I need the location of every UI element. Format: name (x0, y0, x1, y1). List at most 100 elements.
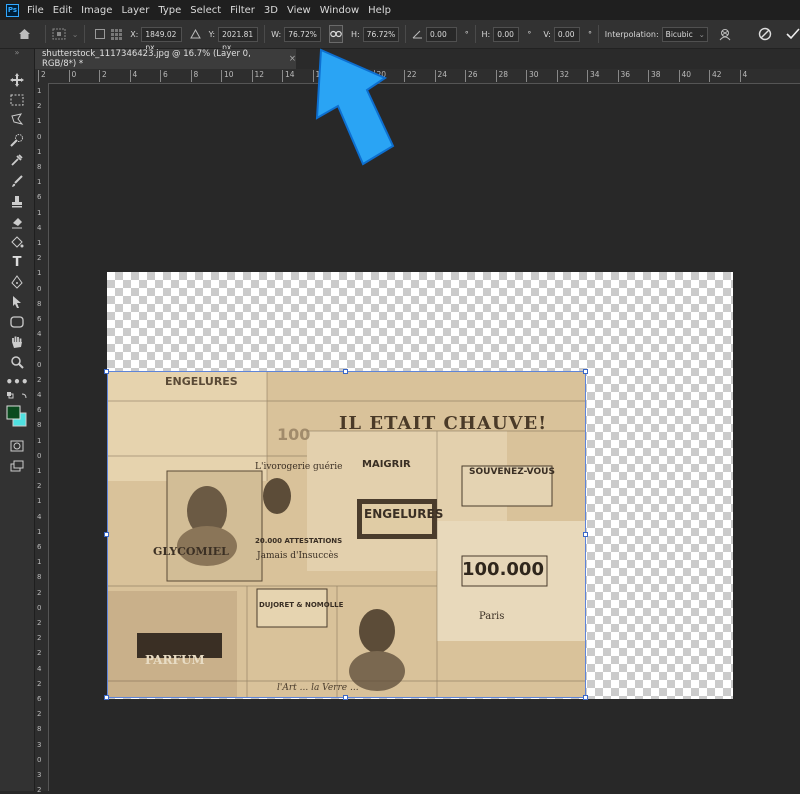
photoshop-logo-icon[interactable]: Ps (6, 3, 19, 17)
ruler-tick-label: 14 (282, 70, 295, 82)
close-tab-icon[interactable]: × (289, 54, 296, 64)
ruler-tick-label: 0 (37, 451, 42, 460)
quick-selection-tool-icon[interactable] (7, 131, 27, 149)
eyedropper-tool-icon[interactable] (7, 151, 27, 169)
transform-handle-top-right[interactable] (583, 369, 588, 374)
ruler-tick-label: 0 (37, 132, 42, 141)
ruler-tick-label: 36 (617, 70, 630, 82)
vertical-ruler[interactable]: 1210181614121086420246810121416182022242… (34, 83, 49, 794)
menu-filter[interactable]: Filter (230, 5, 255, 16)
ruler-tick-label: 4 (37, 512, 42, 521)
more-tools-icon[interactable]: ••• (6, 373, 29, 391)
cancel-transform-icon[interactable] (758, 27, 772, 41)
width-field[interactable]: 76.72% (284, 26, 321, 42)
delta-icon[interactable] (189, 29, 201, 39)
horizontal-ruler[interactable]: 2024681012141618202224262830323436384042… (34, 69, 800, 84)
ruler-tick-label: 2 (99, 70, 107, 82)
ruler-tick-label: 1 (37, 147, 42, 156)
paint-bucket-tool-icon[interactable] (7, 233, 27, 251)
chevron-down-icon: ⌄ (698, 29, 705, 39)
ruler-tick-label: 22 (404, 70, 417, 82)
hskew-field[interactable]: 0.00 (493, 26, 520, 42)
reference-point-icon[interactable] (52, 28, 66, 40)
ruler-tick-label: 2 (37, 254, 42, 263)
menu-help[interactable]: Help (368, 5, 391, 16)
x-label: X: (130, 29, 139, 39)
attestations-text: 20.000 ATTESTATIONS (255, 537, 343, 545)
transform-handle-top-left[interactable] (104, 369, 109, 374)
menu-image[interactable]: Image (81, 5, 112, 16)
transform-handle-left[interactable] (104, 532, 109, 537)
ruler-tick-label: 2 (37, 482, 42, 491)
ruler-tick-label: 2 (37, 710, 42, 719)
ruler-tick-label: 2 (37, 786, 42, 794)
transform-handle-bottom-left[interactable] (104, 695, 109, 700)
ruler-tick-label: 1 (37, 558, 42, 567)
x-position-field[interactable]: 1849.02 px (141, 26, 182, 52)
ruler-tick-label: 6 (37, 193, 42, 202)
transform-handle-bottom[interactable] (343, 695, 348, 700)
menu-window[interactable]: Window (320, 5, 359, 16)
ruler-tick-label: 0 (37, 360, 42, 369)
ruler-tick-label: 4 (37, 330, 42, 339)
menu-layer[interactable]: Layer (121, 5, 149, 16)
ruler-tick-label: 2 (37, 679, 42, 688)
menu-file[interactable]: File (27, 5, 44, 16)
menu-edit[interactable]: Edit (53, 5, 72, 16)
hskew-label: H: (481, 29, 491, 39)
brush-tool-icon[interactable] (7, 173, 27, 191)
ruler-tick-label: 12 (251, 70, 264, 82)
ruler-tick-label: 32 (556, 70, 569, 82)
type-tool-icon[interactable]: T (7, 253, 27, 271)
eraser-tool-icon[interactable] (7, 213, 27, 231)
default-colors-icon[interactable] (7, 391, 27, 401)
quick-mask-icon[interactable] (7, 437, 27, 455)
transform-handle-right[interactable] (583, 532, 588, 537)
interpolation-select[interactable]: Bicubic ⌄ (661, 26, 708, 42)
chevron-down-icon[interactable]: ⌄ (72, 30, 79, 39)
lasso-tool-icon[interactable] (7, 111, 27, 129)
ruler-tick-label: 4 (37, 223, 42, 232)
commit-transform-icon[interactable] (786, 28, 800, 40)
degree-unit: ° (527, 29, 532, 39)
home-icon[interactable] (18, 28, 31, 40)
collapse-icon[interactable]: » (7, 47, 27, 57)
marquee-tool-icon[interactable] (7, 91, 27, 109)
warp-icon[interactable] (718, 28, 732, 41)
tab-document[interactable]: shutterstock_1117346423.jpg @ 16.7% (Lay… (34, 49, 296, 69)
rotate-angle-icon (412, 29, 423, 39)
link-icon[interactable] (328, 25, 343, 43)
y-position-field[interactable]: 2021.81 px (218, 26, 259, 52)
divider (598, 25, 599, 43)
ruler-tick-label: 2 (37, 375, 42, 384)
ruler-tick-label: 0 (37, 603, 42, 612)
ruler-tick-label: 30 (526, 70, 539, 82)
reference-checkbox[interactable] (95, 29, 106, 39)
menu-view[interactable]: View (287, 5, 311, 16)
menu-3d[interactable]: 3D (264, 5, 278, 16)
menu-type[interactable]: Type (158, 5, 181, 16)
path-selection-tool-icon[interactable] (7, 293, 27, 311)
color-swatches[interactable] (5, 403, 29, 429)
ruler-tick-label: 2 (37, 345, 42, 354)
ruler-tick-label: 3 (37, 771, 42, 779)
zoom-tool-icon[interactable] (7, 353, 27, 371)
ruler-tick-label: 4 (739, 70, 747, 82)
vskew-field[interactable]: 0.00 (553, 26, 581, 42)
move-tool-icon[interactable] (7, 71, 27, 89)
rotate-field[interactable]: 0.00 (426, 26, 457, 42)
rectangle-tool-icon[interactable] (7, 313, 27, 331)
ruler-tick-label: 2 (37, 588, 42, 597)
pen-tool-icon[interactable] (7, 273, 27, 291)
ruler-tick-label: 8 (37, 299, 42, 308)
screen-mode-icon[interactable] (7, 457, 27, 475)
transform-handle-top[interactable] (343, 369, 348, 374)
menu-select[interactable]: Select (190, 5, 221, 16)
ruler-tick-label: 1 (37, 239, 42, 247)
transform-handle-bottom-right[interactable] (583, 695, 588, 700)
stamp-tool-icon[interactable] (7, 193, 27, 211)
height-field[interactable]: 76.72% (362, 26, 400, 42)
ruler-tick-label: 8 (37, 725, 42, 734)
hand-tool-icon[interactable] (7, 333, 27, 351)
layer-0-image[interactable]: IL ETAIT CHAUVE! L'ivorogerie guérie GLY… (107, 371, 586, 698)
